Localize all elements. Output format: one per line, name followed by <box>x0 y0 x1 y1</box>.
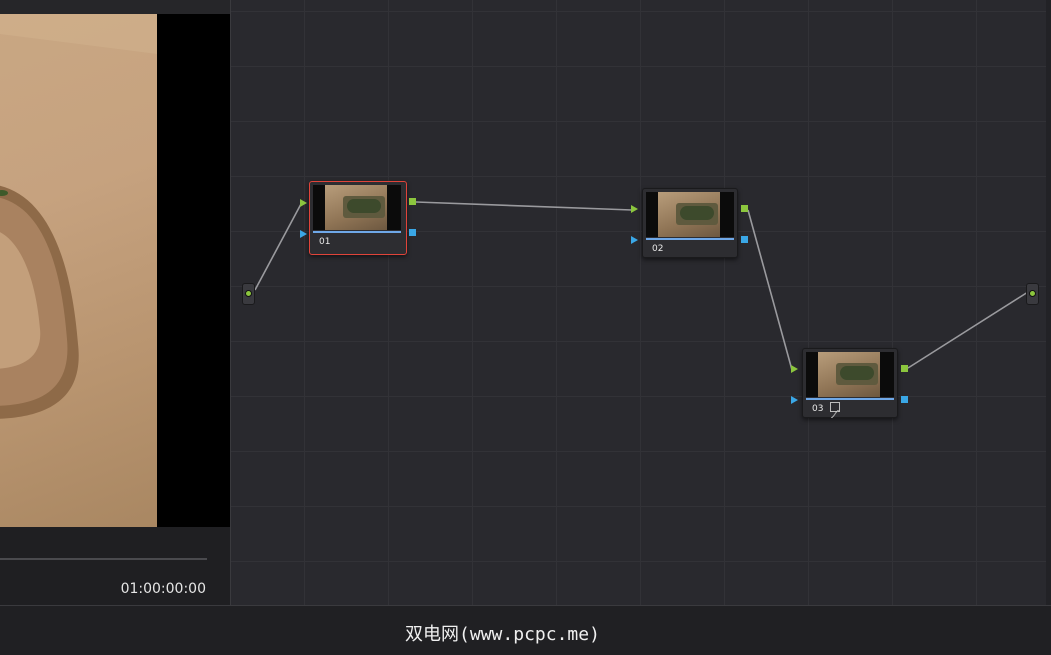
node-02-rgb-input[interactable] <box>631 205 638 213</box>
node-01-key-input[interactable] <box>300 230 307 238</box>
node-02-key-input[interactable] <box>631 236 638 244</box>
serial-node-02[interactable]: 02 <box>642 188 738 258</box>
curves-icon <box>830 402 840 419</box>
node-03-rgb-input[interactable] <box>791 365 798 373</box>
link-03-to-output <box>907 291 1029 369</box>
link-01-to-02 <box>415 201 633 211</box>
node-thumbnail <box>313 185 401 230</box>
source-output-dot[interactable] <box>245 290 252 297</box>
node-03-rgb-output[interactable] <box>901 365 908 372</box>
source-input-node[interactable] <box>242 283 255 305</box>
node-02-key-output[interactable] <box>741 236 748 243</box>
watermark-text: 双电网(www.pcpc.me) <box>405 624 600 645</box>
node-01-key-output[interactable] <box>409 229 416 236</box>
bottom-bar: 双电网(www.pcpc.me) <box>0 605 1051 655</box>
node-thumbnail <box>646 192 734 237</box>
output-node[interactable] <box>1026 283 1039 305</box>
node-enable-bar <box>313 231 401 233</box>
node-enable-bar <box>806 398 894 400</box>
link-source-to-01 <box>254 203 302 291</box>
link-02-to-03 <box>747 209 793 371</box>
node-label: 01 <box>319 237 331 247</box>
node-enable-bar <box>646 238 734 240</box>
node-links <box>254 201 1029 371</box>
serial-node-01[interactable]: 01 <box>309 181 407 255</box>
node-02-rgb-output[interactable] <box>741 205 748 212</box>
output-input-dot[interactable] <box>1029 290 1036 297</box>
node-label: 02 <box>652 244 664 254</box>
serial-node-03[interactable]: 03 <box>802 348 898 419</box>
node-01-rgb-output[interactable] <box>409 198 416 205</box>
node-thumbnail <box>806 352 894 397</box>
node-03-key-input[interactable] <box>791 396 798 404</box>
node-03-key-output[interactable] <box>901 396 908 403</box>
node-label: 03 <box>812 404 824 414</box>
scrollbar-edge[interactable] <box>1046 0 1051 605</box>
node-01-rgb-input[interactable] <box>300 199 307 207</box>
